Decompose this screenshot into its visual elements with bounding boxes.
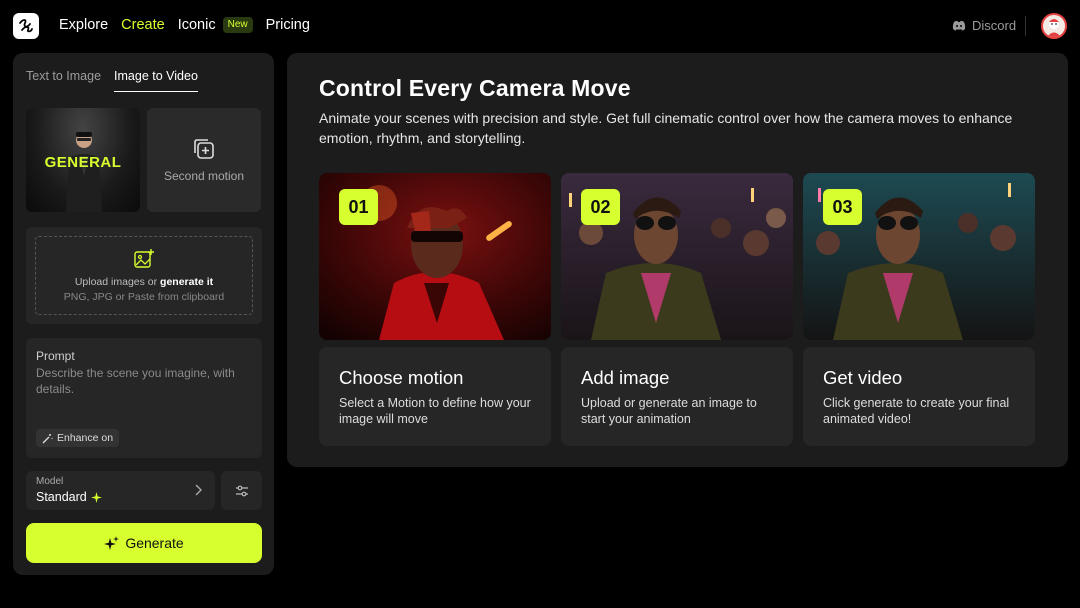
tab-text-to-image[interactable]: Text to Image xyxy=(26,69,101,92)
upload-prefix: Upload images or xyxy=(74,276,161,288)
chevron-right-icon xyxy=(195,484,202,496)
sliders-icon xyxy=(235,485,248,496)
thumbnail-title: GENERAL xyxy=(44,154,122,171)
discord-label: Discord xyxy=(972,18,1017,33)
prompt-label: Prompt xyxy=(36,349,75,363)
prompt-input[interactable]: Describe the scene you imagine, with det… xyxy=(36,365,251,397)
add-layer-icon xyxy=(194,139,214,159)
nav-divider xyxy=(1025,16,1026,36)
main-panel: Control Every Camera Move Animate your s… xyxy=(287,53,1068,467)
page-title: Control Every Camera Move xyxy=(319,75,631,101)
model-selector[interactable]: Model Standard xyxy=(26,471,215,510)
upload-formats: PNG, JPG or Paste from clipboard xyxy=(63,291,225,303)
top-nav: Explore Create Iconic New Pricing Discor… xyxy=(0,0,1080,52)
settings-button[interactable] xyxy=(221,471,262,510)
second-motion-button[interactable]: Second motion xyxy=(147,108,261,212)
new-badge: New xyxy=(222,17,253,33)
upload-dashed-area[interactable]: Upload images or generate it PNG, JPG or… xyxy=(35,236,253,315)
main-nav: Explore Create Iconic New Pricing xyxy=(59,17,323,33)
nav-pricing[interactable]: Pricing xyxy=(266,17,310,33)
add-image-icon xyxy=(134,249,154,268)
logo-icon[interactable] xyxy=(13,13,39,39)
step-description: Select a Motion to define how your image… xyxy=(339,396,531,426)
sparkle-icon xyxy=(104,535,120,550)
discord-icon xyxy=(952,20,966,31)
step-1-card[interactable]: Choose motion Select a Motion to define … xyxy=(319,347,551,446)
step-description: Upload or generate an image to start you… xyxy=(581,396,757,426)
discord-link[interactable]: Discord xyxy=(952,18,1016,33)
step-2-image[interactable]: 02 xyxy=(561,173,793,340)
step-title: Add image xyxy=(581,367,670,388)
enhance-toggle[interactable]: Enhance on xyxy=(36,429,120,447)
sparkle-icon xyxy=(90,491,102,503)
step-title: Get video xyxy=(823,367,903,388)
generate-it-link[interactable]: generate it xyxy=(160,276,213,288)
step-title: Choose motion xyxy=(339,367,464,388)
step-1-image[interactable]: 01 xyxy=(319,173,551,340)
upload-line1: Upload images or generate it xyxy=(75,276,213,288)
model-label: Model xyxy=(36,476,64,487)
step-number: 03 xyxy=(823,189,862,225)
step-description: Click generate to create your final anim… xyxy=(823,396,1010,426)
second-motion-label: Second motion xyxy=(163,169,245,183)
upload-dropzone[interactable]: Upload images or generate it PNG, JPG or… xyxy=(26,227,262,324)
magic-wand-icon xyxy=(42,433,53,443)
mode-tabs: Text to Image Image to Video xyxy=(26,69,211,92)
nav-explore[interactable]: Explore xyxy=(59,17,108,33)
generate-button[interactable]: Generate xyxy=(26,523,262,563)
selected-motion-thumbnail[interactable]: GENERAL xyxy=(26,108,140,212)
step-number: 02 xyxy=(581,189,620,225)
model-value: Standard xyxy=(36,490,102,504)
enhance-label: Enhance on xyxy=(57,432,114,444)
page-description: Animate your scenes with precision and s… xyxy=(319,110,1013,146)
step-number: 01 xyxy=(339,189,378,225)
generate-label: Generate xyxy=(125,535,184,551)
nav-create[interactable]: Create xyxy=(121,17,165,33)
tab-image-to-video[interactable]: Image to Video xyxy=(114,69,198,92)
step-3-image[interactable]: 03 xyxy=(803,173,1035,340)
nav-iconic[interactable]: Iconic xyxy=(178,17,216,33)
step-2-card[interactable]: Add image Upload or generate an image to… xyxy=(561,347,793,446)
avatar[interactable] xyxy=(1041,13,1067,39)
left-panel: Text to Image Image to Video GENERAL Sec… xyxy=(13,53,274,575)
model-name: Standard xyxy=(36,490,87,504)
prompt-box[interactable]: Prompt Describe the scene you imagine, w… xyxy=(26,338,262,458)
step-3-card[interactable]: Get video Click generate to create your … xyxy=(803,347,1035,446)
